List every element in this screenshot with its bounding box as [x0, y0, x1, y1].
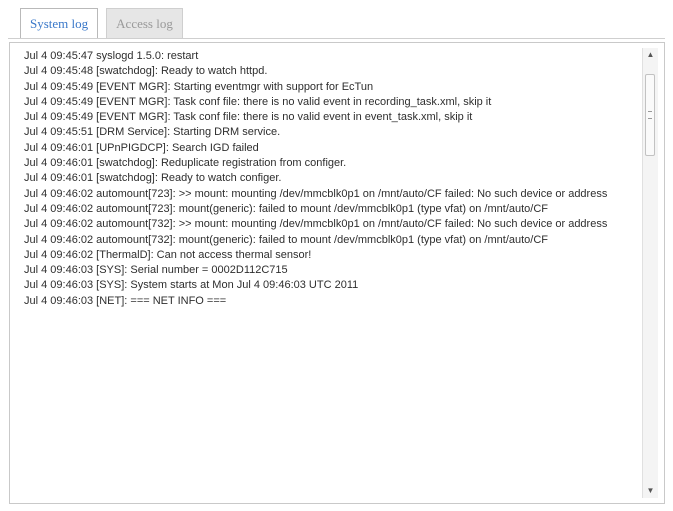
log-line: Jul 4 09:45:49 [EVENT MGR]: Starting eve… — [24, 80, 374, 93]
grip-icon — [648, 111, 652, 119]
log-line: Jul 4 09:46:02 [ThermalD]: Can not acces… — [24, 248, 312, 261]
log-line: Jul 4 09:46:01 [swatchdog]: Ready to wat… — [24, 172, 282, 185]
log-scrollbar[interactable]: ▲ ▼ — [642, 48, 658, 498]
scrollbar-thumb[interactable] — [645, 74, 655, 156]
log-line: Jul 4 09:46:01 [UPnPIGDCP]: Search IGD f… — [24, 141, 259, 154]
tab-system-log[interactable]: System log — [20, 8, 99, 38]
log-line: Jul 4 09:45:49 [EVENT MGR]: Task conf fi… — [24, 95, 492, 108]
log-line: Jul 4 09:45:49 [EVENT MGR]: Task conf fi… — [24, 111, 473, 124]
arrow-down-icon[interactable]: ▼ — [643, 484, 658, 498]
log-line: Jul 4 09:46:02 automount[732]: >> mount:… — [24, 218, 608, 231]
arrow-up-icon[interactable]: ▲ — [643, 48, 658, 62]
tab-access-log[interactable]: Access log — [106, 8, 183, 38]
log-line: Jul 4 09:45:51 [DRM Service]: Starting D… — [24, 126, 281, 139]
log-line: Jul 4 09:46:02 automount[732]: mount(gen… — [24, 233, 548, 246]
log-line: Jul 4 09:46:01 [swatchdog]: Reduplicate … — [24, 157, 347, 170]
log-line: Jul 4 09:46:02 automount[723]: mount(gen… — [24, 202, 548, 215]
tab-divider — [8, 38, 665, 39]
log-line: Jul 4 09:46:03 [SYS]: System starts at M… — [24, 279, 359, 292]
system-log-panel: Jul 4 09:45:47 syslogd 1.5.0: restart Ju… — [9, 42, 665, 504]
log-line: Jul 4 09:45:48 [swatchdog]: Ready to wat… — [24, 65, 268, 78]
log-line: Jul 4 09:46:02 automount[723]: >> mount:… — [24, 187, 608, 200]
log-content: Jul 4 09:45:47 syslogd 1.5.0: restart Ju… — [24, 49, 630, 309]
log-line: Jul 4 09:46:03 [SYS]: Serial number = 00… — [24, 264, 288, 277]
log-tabs: System log Access log — [20, 8, 183, 38]
log-line: Jul 4 09:46:03 [NET]: === NET INFO === — [24, 294, 227, 307]
log-line: Jul 4 09:45:47 syslogd 1.5.0: restart — [24, 50, 199, 62]
